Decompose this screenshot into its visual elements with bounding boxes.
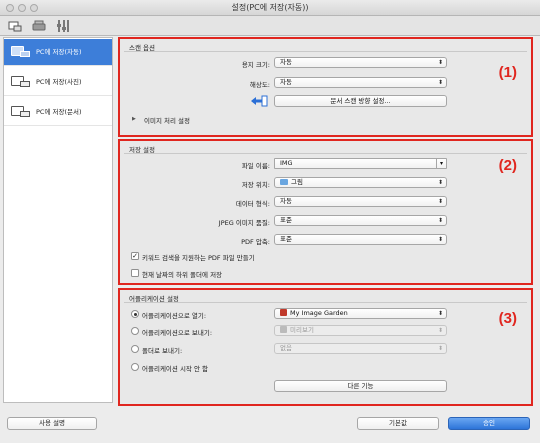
close-window-button[interactable] [6, 4, 14, 12]
sidebar-item-save-photo[interactable]: PC에 저장(사진) [4, 69, 112, 95]
resolution-label: 해상도: [249, 81, 270, 89]
pdf-compression-label: PDF 압축: [241, 238, 270, 246]
scan-from-panel-tab-icon[interactable] [32, 19, 46, 33]
jpeg-quality-select[interactable]: 표준 ⬍ [274, 215, 447, 226]
sidebar-item-save-document[interactable]: PC에 저장(문서) [4, 99, 112, 125]
ok-button[interactable]: 승인 [448, 417, 530, 430]
pc-scan-document-icon [11, 104, 31, 120]
send-to-folder-radio[interactable] [131, 345, 139, 353]
jpeg-quality-label: JPEG 이미지 품질: [218, 219, 270, 227]
window-title: 설정(PC에 저장(자동)) [231, 3, 309, 12]
title-bar: 설정(PC에 저장(자동)) [0, 0, 540, 16]
updown-arrow-icon: ⬍ [437, 59, 443, 66]
keyword-pdf-checkbox[interactable]: ✓ [131, 252, 139, 260]
sidebar-item-label: PC에 저장(문서) [36, 108, 82, 116]
section-marker: (1) [498, 64, 517, 81]
no-app-label: 어플리케이션 시작 안 함 [142, 365, 208, 373]
pdf-compression-select[interactable]: 표준 ⬍ [274, 234, 447, 245]
open-with-app-radio[interactable] [131, 310, 139, 318]
minimize-window-button[interactable] [18, 4, 26, 12]
toolbar [0, 16, 540, 36]
updown-arrow-icon: ⬍ [437, 217, 443, 224]
scan-from-computer-tab-icon[interactable] [8, 19, 22, 33]
updown-arrow-icon: ⬍ [437, 310, 443, 317]
general-settings-tab-icon[interactable] [56, 19, 70, 33]
more-functions-button[interactable]: 다른 기능 [274, 380, 447, 392]
preview-app-icon [280, 326, 287, 333]
zoom-window-button[interactable] [30, 4, 38, 12]
disclosure-triangle-icon[interactable]: ▶ [132, 116, 136, 122]
data-format-label: 데이터 형식: [235, 200, 270, 208]
resolution-select[interactable]: 자동 ⬍ [274, 77, 447, 88]
section-marker: (2) [498, 157, 517, 174]
updown-arrow-icon: ⬍ [437, 179, 443, 186]
paper-size-label: 용지 크기: [241, 61, 270, 69]
send-to-app-label: 어플리케이션으로 보내기: [142, 329, 213, 337]
sidebar: PC에 저장(자동) PC에 저장(사진) PC에 저장(문서) [3, 37, 113, 403]
save-in-label: 저장 위치: [241, 181, 270, 189]
sidebar-item-label: PC에 저장(자동) [36, 48, 82, 56]
image-processing-toggle[interactable]: 이미지 처리 설정 [144, 115, 190, 125]
section-marker: (3) [498, 310, 517, 327]
sidebar-item-label: PC에 저장(사진) [36, 78, 82, 86]
pc-scan-auto-icon [11, 44, 31, 60]
send-to-folder-label: 폴더로 보내기: [142, 347, 183, 355]
date-subfolder-label: 현재 날짜의 하위 폴더에 저장 [142, 271, 223, 279]
help-button[interactable]: 사용 설명 [7, 417, 97, 430]
dropdown-arrow-icon[interactable]: ▾ [436, 159, 446, 168]
save-settings-section: 저장 설정 (2) 파일 이름: IMG ▾ 저장 위치: 그림 ⬍ 데이터 형식:… [118, 139, 533, 285]
send-to-app-radio[interactable] [131, 327, 139, 335]
pc-scan-photo-icon [11, 74, 31, 90]
send-to-folder-select[interactable]: 없음 ⬍ [274, 343, 447, 354]
paper-size-select[interactable]: 자동 ⬍ [274, 57, 447, 68]
send-to-app-select[interactable]: 미리보기 ⬍ [274, 325, 447, 336]
date-subfolder-checkbox[interactable] [131, 269, 139, 277]
orientation-settings-button[interactable]: 문서 스캔 방향 설정... [274, 95, 447, 107]
open-with-app-select[interactable]: My Image Garden ⬍ [274, 308, 447, 319]
file-name-label: 파일 이름: [241, 162, 270, 170]
updown-arrow-icon: ⬍ [437, 79, 443, 86]
data-format-select[interactable]: 자동 ⬍ [274, 196, 447, 207]
scan-orientation-icon [251, 95, 268, 107]
updown-arrow-icon: ⬍ [437, 236, 443, 243]
folder-icon [280, 178, 288, 185]
defaults-button[interactable]: 기본값 [357, 417, 439, 430]
updown-arrow-icon: ⬍ [437, 327, 443, 334]
sidebar-item-save-auto[interactable]: PC에 저장(자동) [4, 39, 112, 65]
updown-arrow-icon: ⬍ [437, 198, 443, 205]
scan-options-section: 스캔 옵션 (1) 용지 크기: 자동 ⬍ 해상도: 자동 ⬍ 문서 스캔 방향 설… [118, 37, 533, 137]
keyword-pdf-label: 키워드 검색을 지원하는 PDF 파일 만들기 [142, 254, 255, 262]
open-with-app-label: 어플리케이션으로 열기: [142, 312, 207, 320]
my-image-garden-icon [280, 309, 287, 316]
file-name-combobox[interactable]: IMG ▾ [274, 158, 447, 169]
application-settings-section: 어플리케이션 설정 (3) 어플리케이션으로 열기: My Image Gard… [118, 288, 533, 406]
updown-arrow-icon: ⬍ [437, 345, 443, 352]
no-app-radio[interactable] [131, 363, 139, 371]
save-in-select[interactable]: 그림 ⬍ [274, 177, 447, 188]
